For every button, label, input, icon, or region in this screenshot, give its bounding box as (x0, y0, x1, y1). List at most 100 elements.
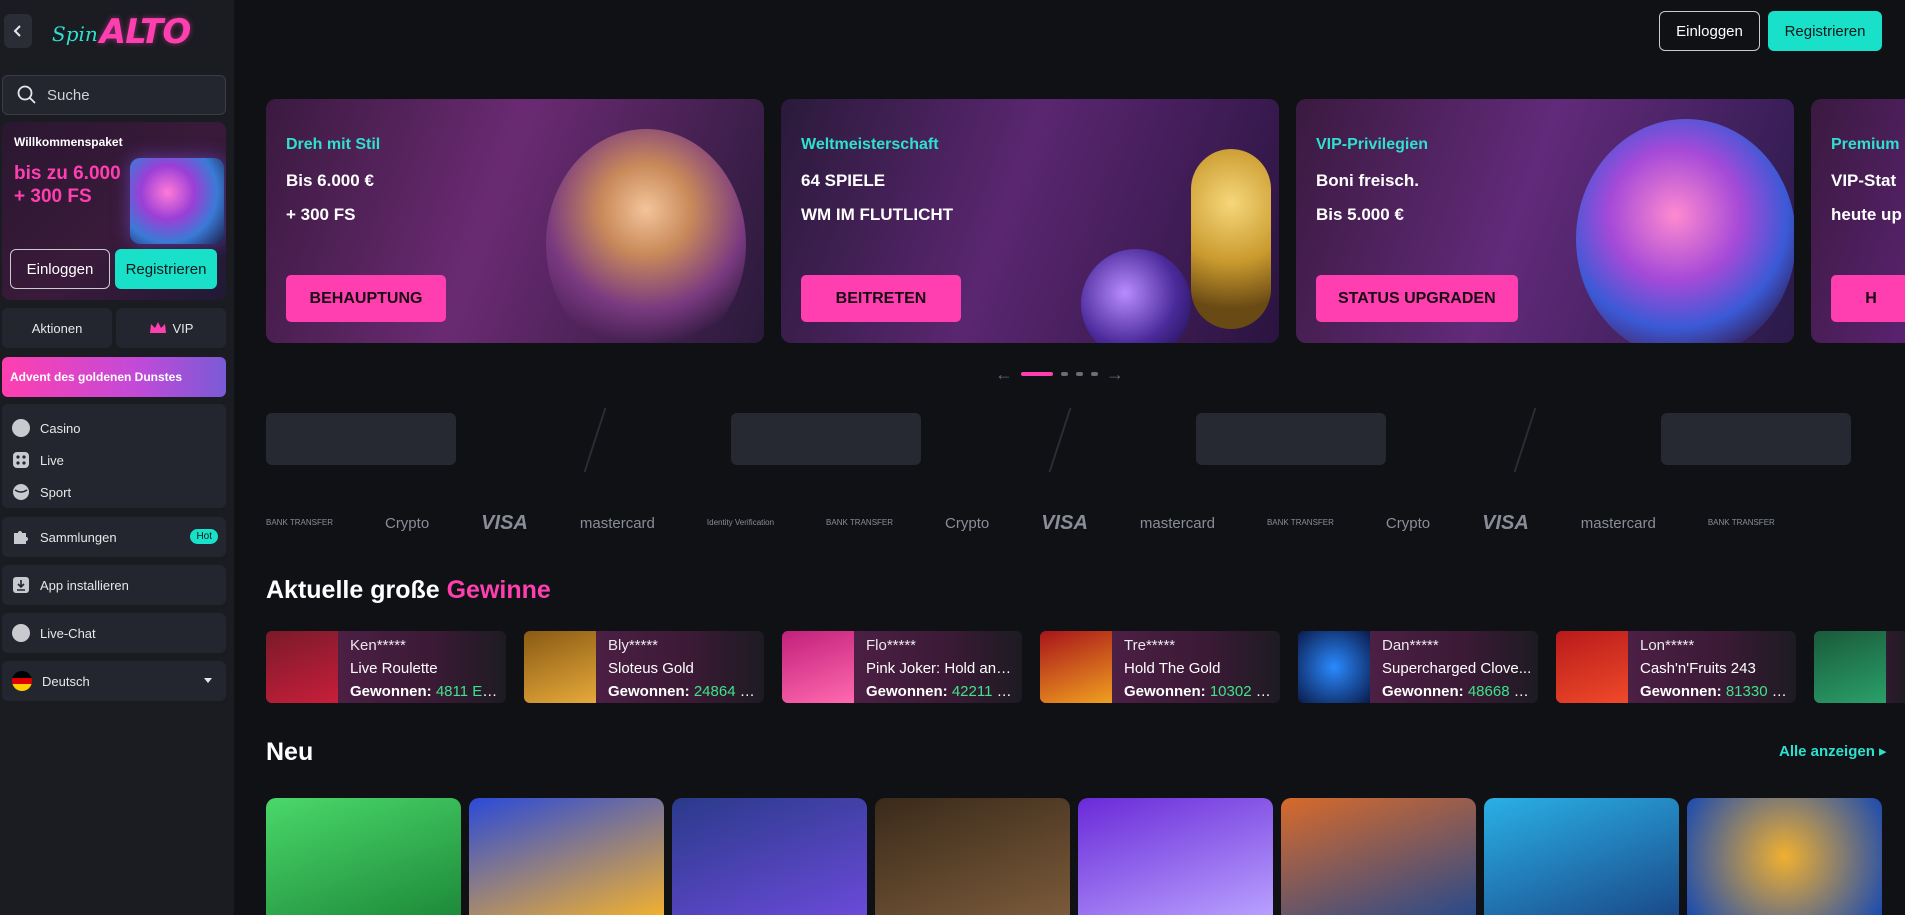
crypto-logo: Crypto (945, 514, 990, 532)
banner-ball-artwork (1081, 249, 1191, 343)
win-card[interactable]: Ken***** Live Roulette Gewonnen: 4811 EU… (266, 631, 506, 703)
banner-cta-button[interactable]: BEITRETEN (801, 275, 961, 322)
banner-trophy-artwork (1191, 149, 1271, 329)
crown-icon (149, 322, 166, 333)
carousel-dot[interactable] (1021, 372, 1053, 376)
promo-banner-style[interactable]: Dreh mit Stil Bis 6.000 € + 300 FS BEHAU… (266, 99, 764, 343)
win-game: Hold The Gold (1124, 660, 1221, 677)
advent-promo-label: Advent des goldenen Dunstes (10, 370, 183, 384)
carousel-dot[interactable] (1061, 372, 1068, 376)
advent-promo-banner[interactable]: Advent des goldenen Dunstes (2, 357, 226, 397)
tab-vip[interactable]: VIP (116, 308, 226, 348)
win-card[interactable]: Bly***** Sloteus Gold Gewonnen: 24864 E.… (524, 631, 764, 703)
nav-live[interactable]: Live (2, 444, 226, 476)
sidebar-tabs: Aktionen VIP (2, 308, 226, 348)
promo-banner-worldcup[interactable]: Weltmeisterschaft 64 SPIELE WM IM FLUTLI… (781, 99, 1279, 343)
header-register-button[interactable]: Registrieren (1768, 11, 1882, 51)
sidebar-register-button[interactable]: Registrieren (115, 249, 217, 289)
search-input[interactable] (47, 86, 217, 104)
won-label: Gewonnen: (350, 683, 432, 700)
nav-install-app[interactable]: App installieren (2, 565, 226, 605)
win-card[interactable]: Flo***** Pink Joker: Hold and ... Gewonn… (782, 631, 1022, 703)
nav-live-chat[interactable]: Live-Chat (2, 613, 226, 653)
game-thumbnail (524, 631, 596, 703)
win-amount-row: Gewonnen: 42211 E... (866, 683, 1016, 700)
visa-logo: VISA (1482, 511, 1529, 534)
banner-label: Dreh mit Stil (286, 136, 381, 153)
game-tile[interactable] (672, 798, 867, 915)
nav-casino[interactable]: Casino (2, 412, 226, 444)
crypto-logo: Crypto (1385, 514, 1431, 532)
game-tile[interactable] (1687, 798, 1882, 915)
banner-line2: + 300 FS (286, 205, 356, 224)
game-tile[interactable] (875, 798, 1070, 915)
banner-line1: Boni freisch. (1316, 171, 1419, 190)
win-card[interactable]: Dan***** Supercharged Clove... Gewonnen:… (1298, 631, 1538, 703)
banner-couple-artwork (546, 129, 746, 343)
big-wins-heading: Aktuelle große Gewinne (266, 576, 551, 605)
carousel-dot[interactable] (1076, 372, 1083, 376)
show-all-link[interactable]: Alle anzeigen ▸ (1779, 742, 1887, 760)
banner-line1: Bis 6.000 € (286, 171, 374, 190)
nav-install-app-label: App installieren (40, 577, 129, 593)
game-tile[interactable] (1078, 798, 1273, 915)
search-box[interactable] (2, 75, 226, 115)
game-thumbnail (1040, 631, 1112, 703)
win-amount-row: Gewonnen: 81330 E... (1640, 683, 1790, 700)
win-card[interactable]: Lon***** Cash'n'Fruits 243 Gewonnen: 813… (1556, 631, 1796, 703)
logo[interactable]: Spin ALTO (52, 12, 191, 52)
game-tile[interactable] (1484, 798, 1679, 915)
win-user: Dan***** (1382, 637, 1439, 654)
arrow-right-icon[interactable]: → (1106, 364, 1124, 385)
win-card[interactable] (1814, 631, 1905, 703)
game-tile[interactable] (1281, 798, 1476, 915)
win-user: Lon***** (1640, 637, 1695, 654)
banner-line1: VIP-Stat (1831, 171, 1897, 190)
tab-aktionen[interactable]: Aktionen (2, 308, 112, 348)
language-label: Deutsch (42, 673, 90, 689)
sidebar-login-button[interactable]: Einloggen (10, 249, 110, 289)
banner-line1: 64 SPIELE (801, 171, 886, 190)
game-thumbnail (1814, 631, 1886, 703)
sidebar: SpinALTO Willkommenspaket bis zu 6.000 +… (0, 0, 234, 915)
welcome-title: Willkommenspaket (14, 135, 123, 149)
crypto-logo: Crypto (384, 514, 430, 532)
win-game: Supercharged Clove... (1382, 660, 1532, 677)
bank-transfer-logo: BANK TRANSFER (1707, 518, 1775, 527)
loading-placeholder (266, 413, 456, 465)
big-wins-heading-a: Aktuelle große (266, 576, 440, 604)
main-nav: Casino Live Sport (2, 404, 226, 508)
search-icon (17, 85, 36, 104)
win-amount: 42211 E... (951, 683, 1016, 700)
chevron-right-icon: ▸ (1879, 743, 1887, 760)
won-label: Gewonnen: (866, 683, 948, 700)
tab-vip-label: VIP (172, 320, 194, 336)
header-login-button[interactable]: Einloggen (1659, 11, 1760, 51)
promo-banner-vip[interactable]: VIP-Privilegien Boni freisch. Bis 5.000 … (1296, 99, 1794, 343)
banner-cta-button[interactable]: STATUS UPGRADEN (1316, 275, 1518, 322)
payment-methods-strip: BANK TRANSFER Crypto VISA mastercard Ide… (266, 509, 1905, 537)
win-amount-row: Gewonnen: 48668 E... (1382, 683, 1532, 700)
banner-line2: WM IM FLUTLICHT (801, 205, 954, 224)
nav-live-chat-label: Live-Chat (40, 625, 96, 641)
loading-placeholder (731, 413, 921, 465)
banner-cta-button[interactable]: BEHAUPTUNG (286, 275, 446, 322)
language-selector[interactable]: Deutsch (2, 661, 226, 701)
promo-banner-premium[interactable]: Premium VIP-Stat heute up H (1811, 99, 1905, 343)
bank-transfer-logo: BANK TRANSFER (826, 518, 894, 527)
game-thumbnail (1298, 631, 1370, 703)
game-tile[interactable] (266, 798, 461, 915)
banner-statues-artwork (1576, 119, 1794, 343)
nav-sammlungen[interactable]: Sammlungen Hot (2, 517, 226, 557)
win-card[interactable]: Tre***** Hold The Gold Gewonnen: 10302 E… (1040, 631, 1280, 703)
nav-sport[interactable]: Sport (2, 476, 226, 508)
carousel-dot[interactable] (1091, 372, 1098, 376)
game-tile[interactable] (469, 798, 664, 915)
collapse-button[interactable] (4, 14, 32, 48)
download-icon (13, 577, 29, 593)
win-game: Live Roulette (350, 660, 438, 677)
win-game: Cash'n'Fruits 243 (1640, 660, 1756, 677)
arrow-left-icon[interactable]: ← (995, 364, 1013, 385)
welcome-package-card: Willkommenspaket bis zu 6.000 + 300 FS E… (2, 122, 226, 300)
banner-cta-button[interactable]: H (1831, 275, 1905, 322)
